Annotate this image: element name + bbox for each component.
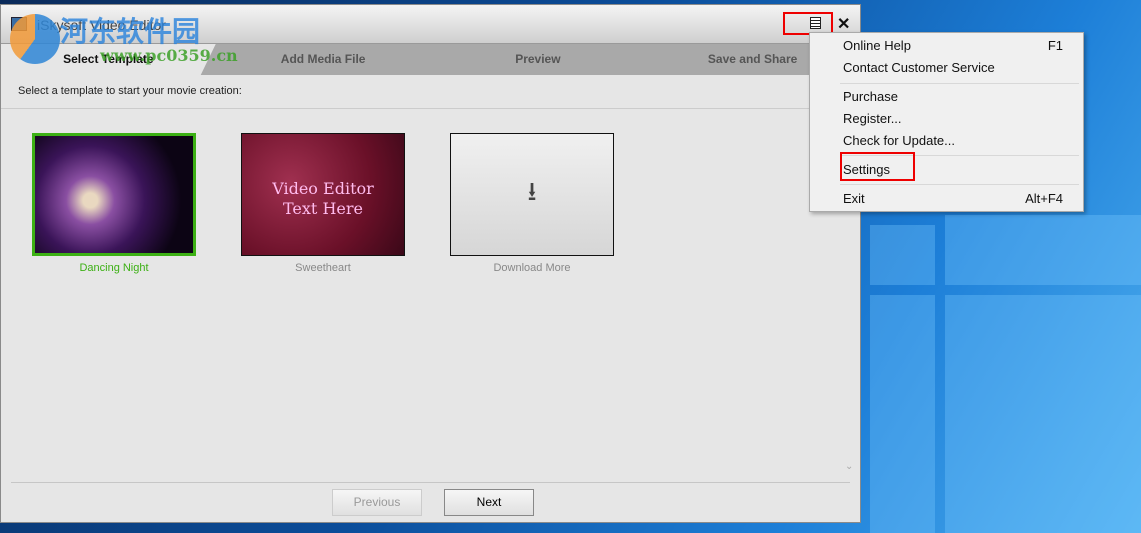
footer: Previous Next — [11, 482, 850, 516]
desktop-window-pane — [870, 225, 935, 285]
template-label: Sweetheart — [295, 262, 351, 274]
instruction-text: Select a template to start your movie cr… — [1, 75, 850, 109]
menu-item-contact-customer-service[interactable]: Contact Customer Service — [843, 58, 1063, 78]
menu-item-online-help[interactable]: Online Help F1 — [843, 36, 1063, 56]
tab-add-media-file[interactable]: Add Media File — [216, 44, 431, 75]
menu-item-label: Purchase — [843, 89, 898, 104]
watermark-logo — [10, 14, 60, 64]
tab-preview[interactable]: Preview — [431, 44, 646, 75]
scroll-down-icon[interactable]: ⌄ — [845, 461, 853, 472]
template-thumbnail[interactable]: ⭳ — [450, 133, 614, 256]
menu-item-label: Register... — [843, 111, 902, 126]
desktop-window-pane — [945, 215, 1141, 285]
close-button[interactable]: ✕ — [837, 14, 850, 34]
template-thumbnail[interactable]: Video Editor Text Here — [241, 133, 405, 256]
main-menu-dropdown: Online Help F1 Contact Customer Service P… — [809, 32, 1084, 212]
template-download-more[interactable]: ⭳ Download More — [450, 133, 614, 274]
menu-item-label: Contact Customer Service — [843, 60, 995, 75]
menu-separator — [840, 83, 1079, 84]
desktop-window-pane — [945, 295, 1141, 533]
menu-separator — [840, 184, 1079, 185]
menu-item-register[interactable]: Register... — [843, 109, 1063, 129]
thumbnail-text: Video Editor — [272, 179, 374, 198]
next-button[interactable]: Next — [444, 489, 534, 516]
template-label: Dancing Night — [79, 262, 149, 274]
template-label: Download More — [493, 262, 571, 274]
template-thumbnail[interactable] — [32, 133, 196, 256]
desktop-window-pane — [870, 295, 935, 533]
menu-item-label: Online Help — [843, 38, 911, 53]
watermark-text: 河东软件园 — [60, 15, 201, 48]
previous-button[interactable]: Previous — [332, 489, 422, 516]
thumbnail-text: Text Here — [283, 199, 363, 218]
menu-icon — [810, 17, 821, 29]
menu-item-purchase[interactable]: Purchase — [843, 87, 1063, 107]
template-grid: Dancing Night Video Editor Text Here Swe… — [32, 133, 614, 274]
settings-highlight-box — [840, 152, 915, 181]
app-window: iSkysoft Video Editor ✕ Select Template … — [0, 4, 861, 523]
menu-item-exit[interactable]: Exit Alt+F4 — [843, 189, 1063, 209]
menu-item-label: Check for Update... — [843, 133, 955, 148]
menu-item-shortcut: F1 — [1047, 38, 1063, 53]
watermark-url: www.pc0359.cn — [100, 46, 238, 65]
download-icon: ⭳ — [527, 175, 537, 206]
template-sweetheart[interactable]: Video Editor Text Here Sweetheart — [241, 133, 405, 274]
template-dancing-night[interactable]: Dancing Night — [32, 133, 196, 274]
menu-item-label: Exit — [843, 191, 865, 206]
menu-item-check-for-update[interactable]: Check for Update... — [843, 131, 1063, 151]
menu-item-shortcut: Alt+F4 — [1025, 191, 1063, 206]
